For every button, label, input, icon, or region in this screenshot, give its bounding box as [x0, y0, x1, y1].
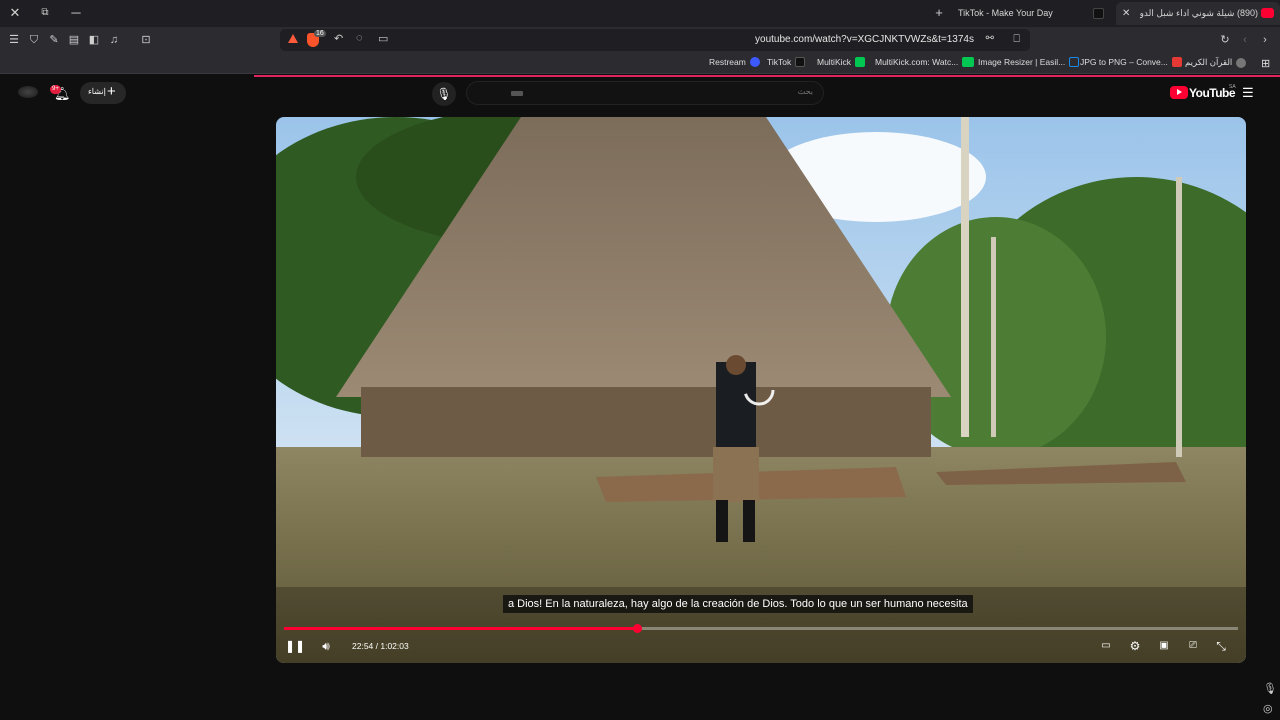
- progress-played: [284, 627, 637, 630]
- shield-count-badge: 16: [314, 30, 326, 37]
- mk-icon: [962, 57, 975, 67]
- cast-icon[interactable]: ⎚: [1184, 638, 1202, 654]
- region-code: SA: [1229, 84, 1236, 90]
- progress-scrubber[interactable]: [632, 624, 642, 633]
- chat-icon[interactable]: ◌: [356, 32, 363, 44]
- extensions-icon[interactable]: ✎: [46, 32, 62, 48]
- tiktok-icon: [1093, 8, 1104, 19]
- apps-grid-icon[interactable]: ⊞: [1261, 57, 1270, 70]
- keyboard-icon[interactable]: [511, 91, 523, 96]
- reload-icon[interactable]: ↻: [1217, 32, 1233, 48]
- bookmark-image-resizer[interactable]: Image Resizer | Easil...: [978, 57, 1080, 67]
- tabs-icon[interactable]: ▤: [66, 32, 82, 48]
- youtube-logo-icon[interactable]: [1170, 86, 1188, 99]
- bookmark-multikick[interactable]: MultiKick: [817, 57, 866, 67]
- tab-tiktok[interactable]: TikTok - Make Your Day: [950, 2, 1110, 25]
- bookmark-jpg-to-png[interactable]: JPG to PNG – Conve...: [1080, 57, 1182, 67]
- bookmark-label: Restream: [709, 57, 746, 67]
- address-bar[interactable]: 16 ↶ ◌ ▭ youtube.com/watch?v=XGCJNKTVWZs…: [280, 29, 1030, 51]
- cast-icon[interactable]: ▭: [378, 32, 388, 45]
- bookmark-tiktok[interactable]: TikTok: [767, 57, 806, 67]
- close-window-icon[interactable]: ✕: [5, 4, 25, 22]
- create-button[interactable]: إنشاء +: [80, 82, 126, 104]
- new-tab-button[interactable]: +: [929, 4, 949, 22]
- link-icon[interactable]: ⚯: [986, 33, 994, 44]
- search-placeholder: بحث: [797, 87, 813, 96]
- forward-icon[interactable]: ›: [1257, 32, 1273, 48]
- pause-icon[interactable]: ❚❚: [285, 638, 305, 654]
- kick-icon: [855, 57, 866, 67]
- menu-icon[interactable]: ☰: [6, 32, 22, 48]
- plus-icon: +: [107, 83, 116, 100]
- triangle-icon[interactable]: [288, 34, 298, 43]
- search-input[interactable]: بحث: [466, 81, 824, 105]
- music-icon[interactable]: ♫: [106, 32, 122, 48]
- screenshot-icon[interactable]: ⊡: [138, 32, 154, 48]
- target-icon[interactable]: ◎: [1263, 702, 1273, 715]
- create-label: إنشاء: [88, 87, 106, 96]
- time-display: 22:54 / 1:02:03: [352, 641, 409, 651]
- bookmark-label: JPG to PNG – Conve...: [1080, 57, 1168, 67]
- sidebar-icon[interactable]: ◧: [86, 32, 102, 48]
- bookmark-restream[interactable]: Restream: [709, 57, 760, 67]
- title-bar: ✕ ⧉ ─ + TikTok - Make Your Day ✕ (890) ش…: [0, 0, 1280, 27]
- tab-youtube[interactable]: ✕ (890) شيلة شوني اداء شبل الدوا...: [1116, 2, 1280, 25]
- bookmark-icon[interactable]: ⎕: [1013, 33, 1020, 46]
- bookmark-label: القرآن الكريم: [1185, 57, 1233, 67]
- minimize-window-icon[interactable]: ─: [66, 4, 86, 22]
- play-triangle-icon: [1177, 89, 1182, 95]
- notification-count-badge: 9+: [50, 85, 61, 94]
- bookmark-label: MultiKick: [817, 57, 852, 67]
- back-history-icon[interactable]: ↶: [334, 32, 343, 45]
- page-loading-bar: [254, 75, 1280, 77]
- bookmark-multikick-watch[interactable]: MultiKick.com: Watc...: [875, 57, 975, 67]
- tab-label: (890) شيلة شوني اداء شبل الدوا...: [1140, 8, 1258, 18]
- bookmark-label: TikTok: [767, 57, 792, 67]
- settings-gear-icon[interactable]: ⚙: [1126, 638, 1144, 654]
- bookmark-label: Image Resizer | Easil...: [978, 57, 1066, 67]
- tiktok-icon: [795, 57, 806, 67]
- video-player[interactable]: [276, 117, 1246, 663]
- video-frame: [276, 117, 1246, 663]
- bookmark-label: MultiKick.com: Watc...: [875, 57, 959, 67]
- globe-icon: [1236, 57, 1247, 68]
- fullscreen-icon[interactable]: ⤡: [1212, 638, 1230, 654]
- avatar[interactable]: [18, 86, 38, 98]
- microphone-icon[interactable]: 🎙︎: [432, 82, 456, 106]
- voice-input-icon[interactable]: 🎙︎: [1263, 682, 1277, 695]
- shield-icon[interactable]: ⛉: [26, 32, 42, 48]
- bookmark-quran[interactable]: القرآن الكريم: [1185, 57, 1247, 68]
- restore-window-icon[interactable]: ⧉: [35, 4, 55, 22]
- bookmarks-bar: Restream TikTok MultiKick MultiKick.com:…: [0, 53, 1280, 74]
- subtitles-icon[interactable]: ▭: [1097, 638, 1115, 654]
- volume-icon[interactable]: 🔊︎: [317, 638, 335, 654]
- tab-close-icon[interactable]: ✕: [1122, 2, 1130, 25]
- back-icon[interactable]: ‹: [1237, 32, 1253, 48]
- youtube-favicon-icon: [1261, 8, 1274, 18]
- image-icon: [1069, 57, 1080, 67]
- hamburger-menu-icon[interactable]: ☰: [1242, 85, 1254, 101]
- restream-icon: [749, 57, 760, 67]
- convert-icon: [1171, 57, 1182, 67]
- miniplayer-icon[interactable]: ▣: [1155, 638, 1173, 654]
- url-text[interactable]: youtube.com/watch?v=XGCJNKTVWZs&t=1374s: [755, 34, 974, 45]
- video-caption: a Dios! En la naturaleza, hay algo de la…: [503, 595, 973, 613]
- tab-label: TikTok - Make Your Day: [958, 8, 1053, 18]
